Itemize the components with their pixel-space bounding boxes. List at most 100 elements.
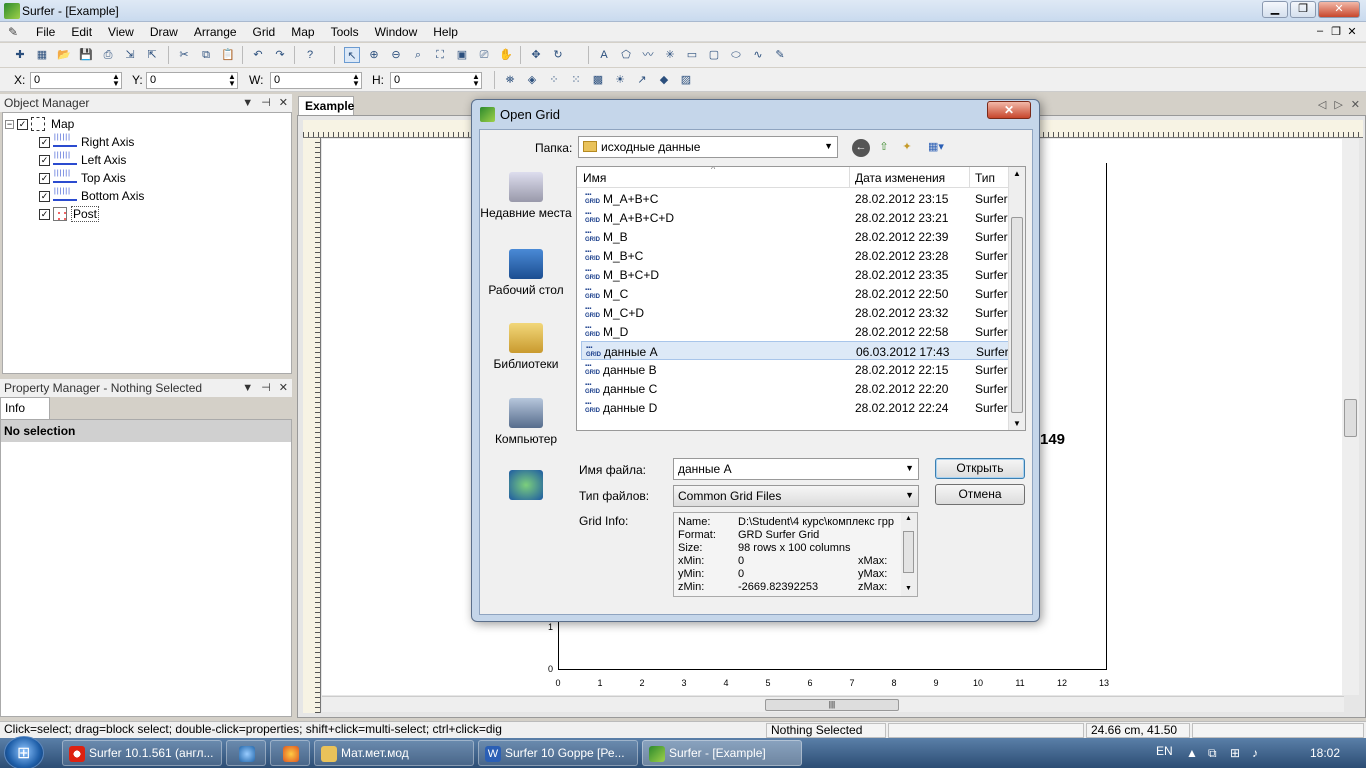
- ellipse-tool-icon[interactable]: ⬭: [728, 47, 744, 63]
- zoom-in-icon[interactable]: ⊕: [366, 47, 382, 63]
- tree-item-map[interactable]: − ✓ Map: [5, 115, 74, 133]
- clock[interactable]: 18:02: [1310, 746, 1340, 760]
- zoom-out-icon[interactable]: ⊖: [388, 47, 404, 63]
- scroll-thumb[interactable]: [1344, 399, 1357, 437]
- trackball-icon[interactable]: ✥: [528, 47, 544, 63]
- dialog-close-button[interactable]: ✕: [987, 101, 1031, 119]
- top-axis-checkbox[interactable]: ✓: [39, 172, 50, 184]
- file-row[interactable]: ▪▪▪ GRID M_C 28.02.2012 22:50 Surfer: [581, 284, 1010, 303]
- select-arrow-icon[interactable]: ↖: [344, 47, 360, 63]
- panel-dropdown-icon[interactable]: ▼: [242, 97, 253, 109]
- chevron-down-icon[interactable]: ▼: [905, 490, 914, 500]
- vector-map-icon[interactable]: ↗: [634, 72, 650, 88]
- menu-window[interactable]: Window: [367, 25, 426, 39]
- save-icon[interactable]: 💾: [78, 47, 94, 63]
- collapse-icon[interactable]: −: [5, 119, 14, 129]
- view-menu-icon[interactable]: ▦▾: [922, 139, 950, 157]
- task-ie[interactable]: [226, 740, 266, 766]
- file-row[interactable]: ▪▪▪ GRID M_A+B+C+D 28.02.2012 23:21 Surfer: [581, 208, 1010, 227]
- place-computer[interactable]: Компьютер: [478, 398, 574, 446]
- minimize-button[interactable]: ▁: [1262, 1, 1288, 18]
- tree-item-bottom-axis[interactable]: ✓ Bottom Axis: [39, 187, 144, 205]
- tab-example[interactable]: Example: [298, 96, 354, 115]
- w-spinner-icon[interactable]: ▲ ▼: [352, 73, 360, 88]
- polygon-tool-icon[interactable]: ⬠: [618, 47, 634, 63]
- y-field[interactable]: 0 ▲ ▼: [146, 72, 238, 89]
- panel-pin-icon[interactable]: ⊣: [261, 382, 271, 394]
- menu-edit[interactable]: Edit: [63, 25, 100, 39]
- doc-menu-icon[interactable]: ✎: [8, 25, 22, 39]
- x-spinner-icon[interactable]: ▲ ▼: [112, 73, 120, 88]
- doc-close-icon[interactable]: ✕: [1351, 99, 1360, 111]
- new-plot-icon[interactable]: ✚: [12, 47, 28, 63]
- tab-prev-icon[interactable]: ◁: [1318, 99, 1326, 111]
- left-axis-checkbox[interactable]: ✓: [39, 154, 50, 166]
- file-row[interactable]: ▪▪▪ GRID M_A+B+C 28.02.2012 23:15 Surfer: [581, 189, 1010, 208]
- task-folder[interactable]: Мат.мет.мод: [314, 740, 474, 766]
- reshape-tool-icon[interactable]: ✎: [772, 47, 788, 63]
- cancel-button[interactable]: Отмена: [935, 484, 1025, 505]
- file-list-vscroll[interactable]: ▲ ▼: [1008, 167, 1025, 430]
- chevron-down-icon[interactable]: ▼: [824, 141, 833, 151]
- file-row[interactable]: ▪▪▪ GRID данные D 28.02.2012 22:24 Surfer: [581, 398, 1010, 417]
- language-indicator[interactable]: EN: [1156, 744, 1173, 758]
- rectangle-tool-icon[interactable]: ▭: [684, 47, 700, 63]
- plot-vertical-scrollbar[interactable]: [1342, 139, 1359, 695]
- info-scrollbar[interactable]: ▲ ▼: [901, 513, 917, 596]
- zoom-page-icon[interactable]: ⎚: [476, 47, 492, 63]
- help-icon[interactable]: ?: [302, 47, 318, 63]
- panel-pin-icon[interactable]: ⊣: [261, 97, 271, 109]
- symbol-tool-icon[interactable]: ✳: [662, 47, 678, 63]
- volume-icon[interactable]: ♪: [1252, 746, 1258, 760]
- scroll-down-icon[interactable]: ▼: [905, 585, 912, 592]
- place-recent[interactable]: Недавние места: [478, 172, 574, 220]
- menu-tools[interactable]: Tools: [323, 25, 367, 39]
- y-spinner-icon[interactable]: ▲ ▼: [228, 73, 236, 88]
- menu-arrange[interactable]: Arrange: [186, 25, 245, 39]
- scroll-thumb[interactable]: [903, 531, 914, 573]
- tab-info[interactable]: Info: [0, 397, 50, 419]
- export-icon[interactable]: ⇱: [144, 47, 160, 63]
- file-row[interactable]: ▪▪▪ GRID данные В 28.02.2012 22:15 Surfer: [581, 360, 1010, 379]
- open-button[interactable]: Открыть: [935, 458, 1025, 479]
- menu-map[interactable]: Map: [283, 25, 322, 39]
- open-icon[interactable]: 📂: [56, 47, 72, 63]
- image-map-icon[interactable]: ▩: [590, 72, 606, 88]
- place-libraries[interactable]: Библиотеки: [478, 323, 574, 371]
- spline-tool-icon[interactable]: ∿: [750, 47, 766, 63]
- rotate-icon[interactable]: ↻: [550, 47, 566, 63]
- filename-input[interactable]: данные А ▼: [673, 458, 919, 480]
- task-surfer-example[interactable]: Surfer - [Example]: [642, 740, 802, 766]
- file-row[interactable]: ▪▪▪ GRID M_B 28.02.2012 22:39 Surfer: [581, 227, 1010, 246]
- cut-icon[interactable]: ✂: [176, 47, 192, 63]
- contour-map-icon[interactable]: ◈: [524, 72, 540, 88]
- file-row[interactable]: ▪▪▪ GRID M_D 28.02.2012 22:58 Surfer: [581, 322, 1010, 341]
- text-tool-icon[interactable]: A: [596, 47, 612, 63]
- task-word[interactable]: W Surfer 10 Goppe [Ре...: [478, 740, 638, 766]
- column-date[interactable]: Дата изменения: [855, 171, 945, 185]
- polyline-tool-icon[interactable]: 〰: [640, 47, 656, 63]
- import-icon[interactable]: ⇲: [122, 47, 138, 63]
- mdi-close-button[interactable]: ✕: [1344, 25, 1360, 38]
- pan-hand-icon[interactable]: ✋: [498, 47, 514, 63]
- scroll-thumb[interactable]: |||: [765, 699, 899, 711]
- scroll-up-icon[interactable]: ▲: [1013, 169, 1021, 178]
- mdi-restore-button[interactable]: ❐: [1328, 25, 1344, 38]
- column-name[interactable]: Имя: [583, 171, 606, 185]
- wireframe-icon[interactable]: ◆: [656, 72, 672, 88]
- mdi-minimize-button[interactable]: –: [1312, 25, 1328, 38]
- zoom-fit-icon[interactable]: ⛶: [432, 47, 448, 63]
- zoom-rect-icon[interactable]: ⌕: [410, 47, 426, 63]
- panel-close-icon[interactable]: ✕: [279, 97, 288, 109]
- menu-draw[interactable]: Draw: [142, 25, 186, 39]
- post-checkbox[interactable]: ✓: [39, 208, 50, 220]
- tree-item-right-axis[interactable]: ✓ Right Axis: [39, 133, 134, 151]
- chevron-down-icon[interactable]: ▼: [905, 463, 914, 473]
- menu-help[interactable]: Help: [425, 25, 466, 39]
- w-field[interactable]: 0 ▲ ▼: [270, 72, 362, 89]
- menu-grid[interactable]: Grid: [245, 25, 284, 39]
- column-type[interactable]: Тип: [975, 171, 995, 185]
- h-spinner-icon[interactable]: ▲ ▼: [472, 73, 480, 88]
- filetype-select[interactable]: Common Grid Files ▼: [673, 485, 919, 507]
- post-map-icon[interactable]: ⁘: [546, 72, 562, 88]
